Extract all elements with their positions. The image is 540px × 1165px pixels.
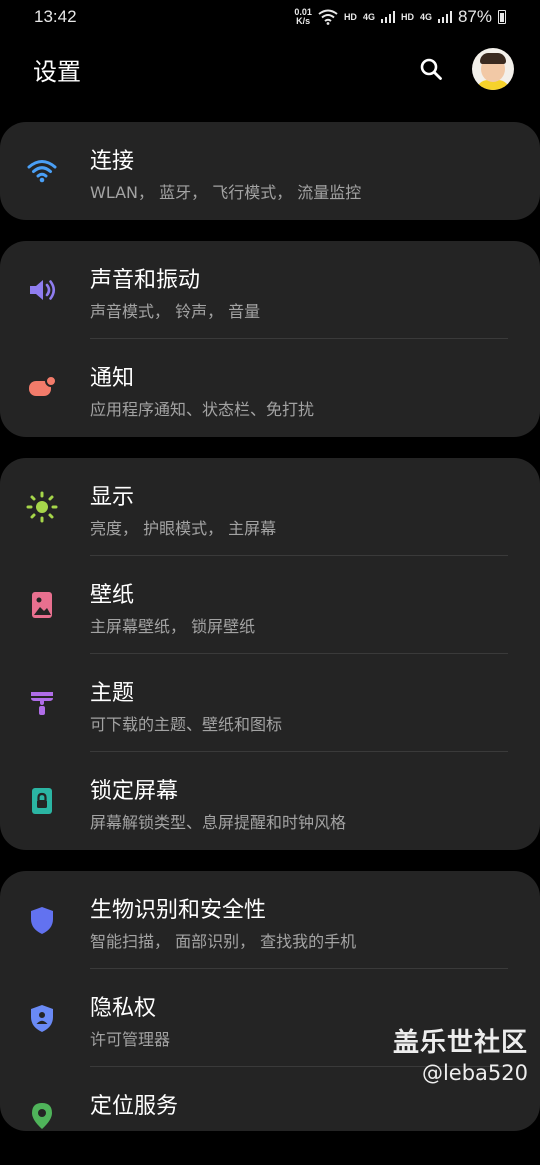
settings-item-biometrics[interactable]: 生物识别和安全性 智能扫描， 面部识别， 查找我的手机 — [0, 871, 540, 969]
wifi-status-icon — [318, 9, 338, 25]
item-title: 定位服务 — [90, 1094, 179, 1119]
hd-label-1: HD — [343, 12, 357, 22]
battery-icon — [498, 10, 506, 24]
settings-group-sound: 声音和振动 声音模式， 铃声， 音量 通知 应用程序通知、状态栏、免打扰 — [0, 241, 540, 437]
item-subtitle: 主屏幕壁纸， 锁屏壁纸 — [90, 617, 256, 636]
status-bar: 13:42 0.01 K/s HD 4G HD 4G 87% — [0, 0, 540, 34]
lte-label-2: 4G — [419, 12, 432, 22]
notification-icon — [26, 372, 58, 404]
battery-percent: 87% — [457, 7, 492, 26]
header-actions — [416, 48, 514, 90]
avatar[interactable] — [472, 48, 514, 90]
speaker-icon — [26, 274, 58, 306]
settings-group-security: 生物识别和安全性 智能扫描， 面部识别， 查找我的手机 隐私权 许可管理器 定位… — [0, 871, 540, 1131]
item-title: 显示 — [90, 485, 135, 510]
watermark-title: 盖乐世社区 — [392, 1028, 528, 1058]
item-title: 声音和振动 — [90, 268, 201, 293]
item-subtitle: 应用程序通知、状态栏、免打扰 — [90, 400, 315, 419]
item-subtitle: 可下载的主题、壁纸和图标 — [90, 715, 283, 734]
brightness-icon — [26, 491, 58, 523]
signal-icon-2 — [437, 11, 452, 23]
app-header: 设置 — [0, 34, 540, 104]
item-title: 连接 — [90, 149, 135, 174]
watermark-handle: @leba520 — [421, 1061, 528, 1085]
watermark: 盖乐世社区 @leba520 — [393, 1022, 528, 1085]
item-title: 生物识别和安全性 — [90, 898, 267, 923]
item-subtitle: 许可管理器 — [90, 1030, 171, 1049]
settings-item-connections[interactable]: 连接 WLAN， 蓝牙， 飞行模式， 流量监控 — [0, 122, 540, 220]
status-indicators: 0.01 K/s HD 4G HD 4G 87% — [294, 7, 506, 27]
item-subtitle: 声音模式， 铃声， 音量 — [90, 302, 261, 321]
hd-label-2: HD — [400, 12, 414, 22]
wallpaper-icon — [26, 589, 58, 621]
privacy-shield-icon — [26, 1002, 58, 1034]
avatar-hair — [480, 53, 506, 64]
lte-label-1: 4G — [362, 12, 375, 22]
item-title: 主题 — [90, 681, 135, 706]
search-button[interactable] — [416, 54, 446, 84]
item-subtitle: 智能扫描， 面部识别， 查找我的手机 — [90, 932, 357, 951]
settings-item-display[interactable]: 显示 亮度， 护眼模式， 主屏幕 — [0, 458, 540, 556]
theme-brush-icon — [26, 687, 58, 719]
settings-item-themes[interactable]: 主题 可下载的主题、壁纸和图标 — [0, 654, 540, 752]
location-icon — [26, 1100, 58, 1132]
item-subtitle: WLAN， 蓝牙， 飞行模式， 流量监控 — [90, 183, 362, 202]
settings-item-wallpaper[interactable]: 壁纸 主屏幕壁纸， 锁屏壁纸 — [0, 556, 540, 654]
net-speed-unit: K/s — [296, 16, 311, 26]
settings-item-lock-screen[interactable]: 锁定屏幕 屏幕解锁类型、息屏提醒和时钟风格 — [0, 752, 540, 850]
network-speed: 0.01 K/s — [294, 8, 312, 26]
settings-group-display: 显示 亮度， 护眼模式， 主屏幕 壁纸 主屏幕壁纸， 锁屏壁纸 主题 可下载的主… — [0, 458, 540, 850]
item-title: 锁定屏幕 — [90, 779, 179, 804]
item-title: 隐私权 — [90, 996, 157, 1021]
status-time: 13:42 — [34, 7, 77, 26]
lock-icon — [26, 785, 58, 817]
search-icon — [420, 58, 442, 80]
item-title: 壁纸 — [90, 583, 135, 608]
item-subtitle: 屏幕解锁类型、息屏提醒和时钟风格 — [90, 813, 347, 832]
settings-item-notifications[interactable]: 通知 应用程序通知、状态栏、免打扰 — [0, 339, 540, 437]
item-subtitle: 亮度， 护眼模式， 主屏幕 — [90, 519, 277, 538]
wifi-icon — [26, 155, 58, 187]
settings-group-connections: 连接 WLAN， 蓝牙， 飞行模式， 流量监控 — [0, 122, 540, 220]
signal-icon — [380, 11, 395, 23]
page-title: 设置 — [33, 57, 81, 86]
shield-icon — [26, 904, 58, 936]
item-title: 通知 — [90, 366, 135, 391]
settings-item-sound[interactable]: 声音和振动 声音模式， 铃声， 音量 — [0, 241, 540, 339]
